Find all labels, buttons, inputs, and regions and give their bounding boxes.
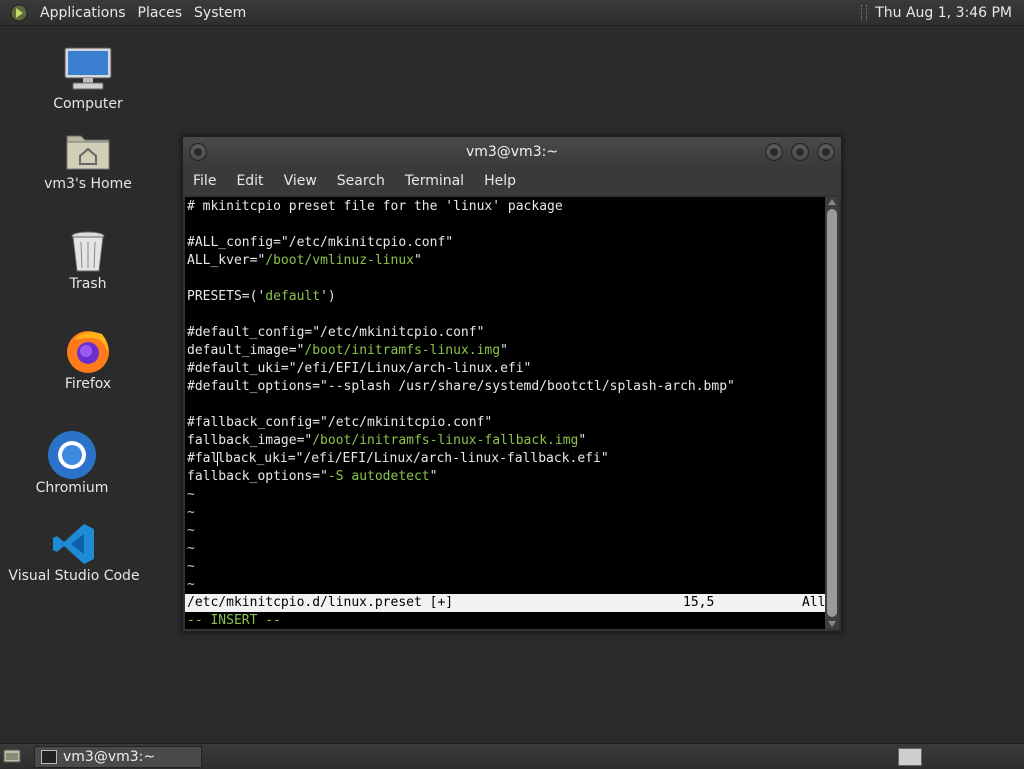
taskbar-terminal-button[interactable]: vm3@vm3:~ [34, 746, 202, 768]
code-line: fallback_options="-S autodetect" [187, 469, 438, 484]
applications-menu[interactable]: Applications [34, 5, 132, 21]
vim-empty-line: ~ [187, 487, 195, 502]
code-line: fallback_image="/boot/initramfs-linux-fa… [187, 433, 587, 448]
desktop-icon-label: Computer [53, 96, 123, 112]
code-line: PRESETS=('default') [187, 289, 336, 304]
terminal-window[interactable]: vm3@vm3:~ File Edit View Search Terminal… [182, 136, 842, 632]
text-cursor [217, 451, 219, 466]
vim-empty-line: ~ [187, 577, 195, 592]
close-button[interactable] [817, 143, 835, 161]
vim-empty-line: ~ [187, 523, 195, 538]
bottom-panel: vm3@vm3:~ [0, 743, 1024, 769]
applications-logo-icon[interactable] [10, 4, 28, 22]
code-line: #fallback_config="/etc/mkinitcpio.conf" [187, 415, 493, 430]
window-menu-button[interactable] [189, 143, 207, 161]
vim-empty-line: ~ [187, 541, 195, 556]
desktop-icon-label: Firefox [64, 376, 112, 392]
code-line: ALL_kver="/boot/vmlinuz-linux" [187, 253, 422, 268]
code-line: #default_config="/etc/mkinitcpio.conf" [187, 325, 485, 340]
vim-mode-indicator: -- INSERT -- [187, 613, 281, 628]
trash-icon [71, 231, 105, 272]
desktop-icon-label: Visual Studio Code [8, 568, 140, 584]
desktop-icon-label: vm3's Home [44, 176, 132, 192]
firefox-icon [67, 331, 109, 373]
scroll-thumb[interactable] [827, 209, 837, 617]
scroll-down-arrow[interactable] [828, 621, 836, 627]
system-menu[interactable]: System [188, 5, 252, 21]
terminal-icon [41, 750, 57, 764]
menu-terminal[interactable]: Terminal [395, 173, 474, 189]
code-line: # mkinitcpio preset file for the 'linux'… [187, 199, 563, 214]
code-line: #ALL_config="/etc/mkinitcpio.conf" [187, 235, 454, 250]
code-line: #fallback_uki="/efi/EFI/Linux/arch-linux… [187, 451, 609, 466]
computer-icon [64, 47, 112, 90]
window-titlebar[interactable]: vm3@vm3:~ [183, 137, 841, 167]
window-title: vm3@vm3:~ [465, 144, 559, 160]
status-cursor-position: 15,5 [683, 595, 715, 610]
code-line: #default_uki="/efi/EFI/Linux/arch-linux.… [187, 361, 532, 376]
code-line: default_image="/boot/initramfs-linux.img… [187, 343, 508, 358]
vim-empty-line: ~ [187, 559, 195, 574]
show-desktop-icon[interactable] [3, 748, 21, 764]
maximize-button[interactable] [791, 143, 809, 161]
vim-empty-line: ~ [187, 505, 195, 520]
workspace-switcher[interactable] [898, 748, 922, 766]
status-scroll: All [802, 595, 826, 610]
status-filename: /etc/mkinitcpio.d/linux.preset [+] [187, 595, 454, 610]
chromium-icon [48, 431, 96, 479]
desktop-icon-label: Trash [69, 276, 107, 292]
vscode-icon [53, 524, 94, 564]
menu-help[interactable]: Help [474, 173, 526, 189]
terminal-area[interactable]: /etc/mkinitcpio.d/linux.preset [+] 15,5 … [185, 197, 825, 629]
code-line: #default_options="--splash /usr/share/sy… [187, 379, 735, 394]
menu-view[interactable]: View [274, 173, 327, 189]
desktop-icon-label: Chromium [35, 480, 109, 496]
scroll-up-arrow[interactable] [828, 199, 836, 205]
home-folder-icon [66, 135, 110, 170]
top-panel: Applications Places System Thu Aug 1, 3:… [0, 0, 1024, 26]
window-menubar: File Edit View Search Terminal Help [183, 167, 841, 195]
minimize-button[interactable] [765, 143, 783, 161]
menu-file[interactable]: File [183, 173, 226, 189]
places-menu[interactable]: Places [132, 5, 189, 21]
menu-edit[interactable]: Edit [226, 173, 273, 189]
menu-search[interactable]: Search [327, 173, 395, 189]
clock[interactable]: Thu Aug 1, 3:46 PM [867, 5, 1024, 21]
taskbar-label: vm3@vm3:~ [63, 749, 156, 765]
terminal-scrollbar[interactable] [825, 197, 839, 629]
vim-status-line: /etc/mkinitcpio.d/linux.preset [+] 15,5 … [185, 594, 825, 612]
